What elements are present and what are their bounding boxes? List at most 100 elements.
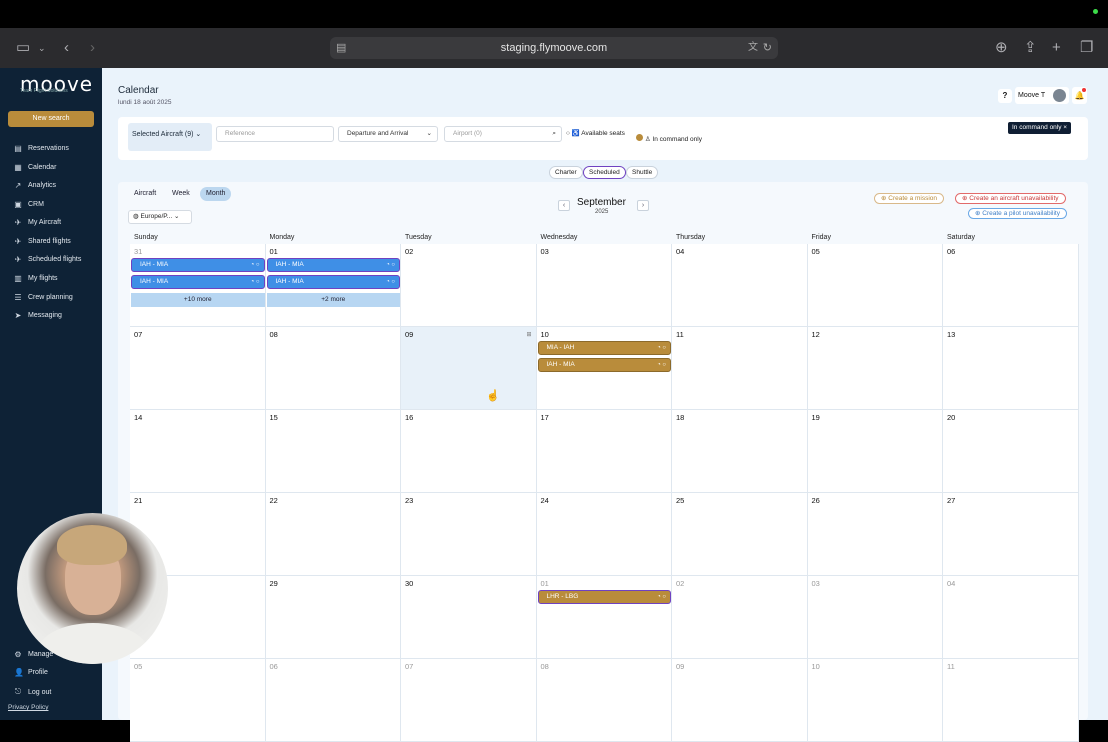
calendar-day-cell[interactable]: 23 [401,493,537,576]
bell-icon[interactable]: 🔔 [1072,87,1087,104]
flight-event[interactable]: IAH - MIA ◔ ○ [131,258,265,272]
departure-arrival-select[interactable]: Departure and Arrival ⌄ [338,126,438,142]
back-icon[interactable]: ‹ [64,39,69,57]
calendar-day-cell[interactable]: 11 [672,327,808,410]
available-seats-label: Available seats [581,130,625,137]
calendar-day-cell[interactable]: 29 [265,576,401,659]
calendar-day-cell[interactable]: 15 [265,410,401,493]
download-icon[interactable]: ⊕ [995,39,1008,57]
available-seats-toggle[interactable]: ○ ♿ Available seats [566,129,625,137]
calendar-day-cell[interactable]: 06 [943,244,1079,327]
calendar-day-cell[interactable]: 04 [672,244,808,327]
sidebar-item-my-flights[interactable]: ▥ My flights [14,274,57,283]
create-aircraft-unavailability-button[interactable]: ⊕ Create an aircraft unavailability [955,193,1066,204]
toggle-shuttle[interactable]: Shuttle [626,166,659,179]
add-event-icon[interactable]: ⊞ [526,331,531,338]
prev-month-button[interactable]: ‹ [558,200,570,211]
seat-icon: ♿ [571,130,580,137]
sidebar-item-profile[interactable]: 👤 Profile [14,668,48,677]
sidebar-item-reservations[interactable]: ▤ Reservations [14,144,69,153]
calendar-day-cell[interactable]: 05 [130,659,266,742]
sidebar-item-my-aircraft[interactable]: ✈ My Aircraft [14,218,61,227]
calendar-day-cell[interactable]: 22 [265,493,401,576]
more-events-button[interactable]: +10 more [131,293,265,307]
sidebar-item-analytics[interactable]: ↗ Analytics [14,181,56,190]
sidebar-item-messaging[interactable]: ➤ Messaging [14,311,62,320]
sidebar-item-scheduled-flights[interactable]: ✈ Scheduled flights [14,255,82,264]
tabs-overview-icon[interactable]: ❐ [1080,39,1093,57]
flight-event[interactable]: IAH - MIA ◔ ○ [266,275,400,289]
flight-event[interactable]: MIA - IAH ◔ ○ [537,341,671,355]
calendar-day-cell[interactable]: 20 [943,410,1079,493]
calendar-day-cell[interactable]: 08 [536,659,672,742]
in-command-filter-badge[interactable]: In command only × [1008,122,1072,134]
day-number: 26 [811,496,820,505]
reload-icon[interactable]: ↻ [763,37,772,59]
calendar-day-cell[interactable]: 09 [672,659,808,742]
calendar-day-cell[interactable]: 09 ⊞ [401,327,537,410]
day-number: 23 [405,496,414,505]
flight-event[interactable]: IAH - MIA ◔ ○ [537,358,671,372]
calendar-day-cell[interactable]: 24 [536,493,672,576]
calendar-day-cell[interactable]: 27 [943,493,1079,576]
privacy-policy-link[interactable]: Privacy Policy [8,704,48,711]
create-pilot-unavailability-button[interactable]: ⊕ Create a pilot unavailability [968,208,1067,219]
sidebar-item-calendar[interactable]: ▦ Calendar [14,163,56,172]
tab-week[interactable]: Week [166,187,196,201]
new-search-button[interactable]: New search [8,111,94,127]
help-icon[interactable]: ? [998,89,1012,103]
calendar-day-cell[interactable]: 12 [807,327,943,410]
calendar-day-cell[interactable]: 03 [536,244,672,327]
calendar-day-cell[interactable]: 02 [672,576,808,659]
calendar-day-cell[interactable]: 17 [536,410,672,493]
calendar-day-cell[interactable]: 14 [130,410,266,493]
flight-event[interactable]: IAH - MIA ◔ ○ [266,258,400,272]
in-command-toggle[interactable]: ♙ In command only [636,134,702,143]
tab-aircraft[interactable]: Aircraft [128,187,162,201]
next-month-button[interactable]: › [637,200,649,211]
airport-input[interactable]: Airport (0) ⌕ [444,126,562,142]
calendar-day-cell[interactable]: 04 [943,576,1079,659]
calendar-day-cell[interactable]: 11 [943,659,1079,742]
search-icon[interactable]: ⌕ [552,127,556,141]
create-mission-button[interactable]: ⊕ Create a mission [874,193,945,204]
flight-event[interactable]: IAH - MIA ◔ ○ [131,275,265,289]
calendar-day-cell[interactable]: 02 [401,244,537,327]
calendar-day-cell[interactable]: 19 [807,410,943,493]
calendar-day-cell[interactable]: 16 [401,410,537,493]
calendar-day-cell[interactable]: 26 [807,493,943,576]
chevron-down-icon[interactable]: ⌄ [38,39,46,57]
share-icon[interactable]: ⇪ [1024,39,1037,57]
calendar-day-cell[interactable]: 05 [807,244,943,327]
calendar-day-cell[interactable]: 13 [943,327,1079,410]
more-events-button[interactable]: +2 more [266,293,400,307]
calendar-day-cell[interactable]: 08 [265,327,401,410]
toggle-charter[interactable]: Charter [549,166,583,179]
sidebar-item-shared-flights[interactable]: ✈ Shared flights [14,237,71,246]
sidebar-item-log-out[interactable]: ⎋ Log out [14,687,52,697]
sidebar-item-crew-planning[interactable]: ☰ Crew planning [14,293,72,302]
calendar-day-cell[interactable]: 18 [672,410,808,493]
calendar-day-cell[interactable]: 07 [401,659,537,742]
calendar-day-cell[interactable]: 25 [672,493,808,576]
selected-aircraft-label: Selected Aircraft (9) [132,131,194,138]
forward-icon[interactable]: › [90,39,95,57]
calendar-day-cell[interactable]: 03 [807,576,943,659]
url-bar[interactable]: ▤ staging.flymoove.com 文 ↻ [330,37,778,59]
calendar-day-cell[interactable]: 10 [807,659,943,742]
flight-event[interactable]: LHR - LBG ◔ ○ [537,590,671,604]
user-menu[interactable]: Moove T [1015,87,1069,104]
toggle-scheduled[interactable]: Scheduled [583,166,626,179]
sidebar-item-crm[interactable]: ▣ CRM [14,200,44,209]
calendar-day-cell[interactable]: 30 [401,576,537,659]
calendar-day-cell[interactable]: 07 [130,327,266,410]
selected-aircraft-dropdown[interactable]: Selected Aircraft (9) ⌄ [128,123,212,151]
tab-month[interactable]: Month [200,187,232,201]
new-tab-icon[interactable]: + [1052,39,1061,57]
timezone-select[interactable]: ◍ Europe/P... ⌄ [128,210,192,224]
reference-input[interactable]: Reference [216,126,334,142]
translate-icon[interactable]: 文 [748,37,758,59]
calendar-day-cell[interactable]: 01 [536,576,672,659]
sidebar-toggle-icon[interactable]: ▭ [16,39,30,57]
calendar-day-cell[interactable]: 06 [265,659,401,742]
